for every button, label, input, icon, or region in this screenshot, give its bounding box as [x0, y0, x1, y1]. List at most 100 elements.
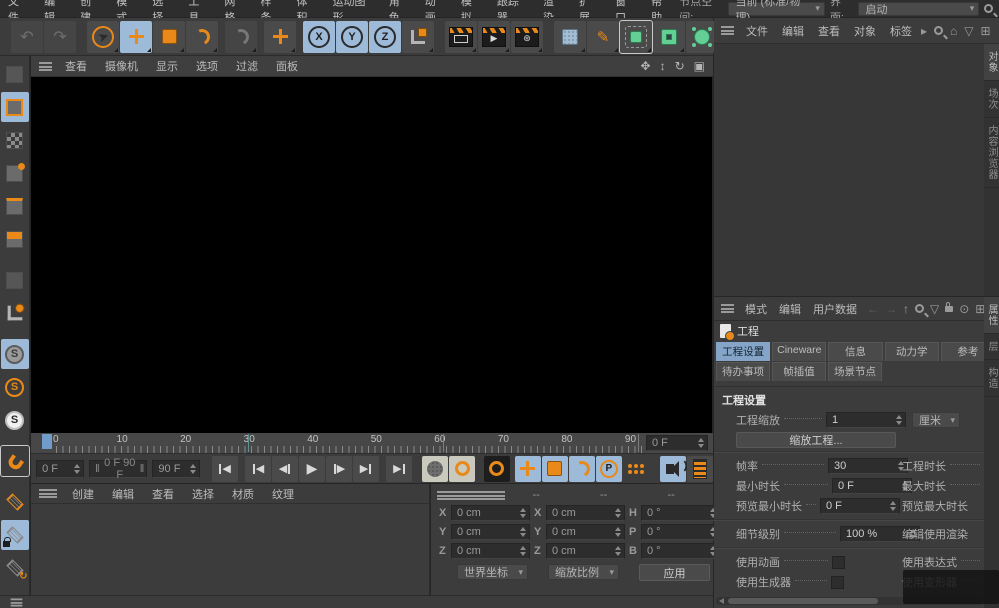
side-tab[interactable]: 层 — [984, 334, 999, 360]
object-tree-area[interactable] — [714, 44, 984, 296]
object-manager-menu-icon[interactable] — [721, 26, 734, 35]
next-key-button[interactable]: ▶ — [353, 456, 379, 482]
timeline-playhead[interactable] — [42, 434, 52, 449]
axis-y-lock-button[interactable]: Y — [336, 21, 368, 53]
point-mode-button[interactable] — [1, 158, 29, 188]
range-end-field[interactable]: 90 F — [152, 460, 200, 478]
material-menu-item[interactable]: 选择 — [183, 486, 223, 502]
side-tab[interactable]: 构造 — [984, 360, 999, 397]
workplane-button[interactable] — [1, 487, 29, 517]
material-menu-item[interactable]: 编辑 — [103, 486, 143, 502]
attribute-menu-icon[interactable] — [721, 304, 734, 313]
node-space-dropdown[interactable]: 当前 (标准/物理) ▾ — [728, 2, 824, 16]
attribute-tab[interactable]: 信息 — [828, 342, 882, 361]
history-forward-icon[interactable]: → — [885, 302, 897, 316]
axis-x-lock-button[interactable]: X — [303, 21, 335, 53]
history-back-icon[interactable]: ← — [867, 302, 879, 316]
render-settings-button[interactable]: ⊛ — [511, 21, 543, 53]
viewport-menu-item[interactable]: 查看 — [56, 58, 96, 74]
position-y-field[interactable]: 0 cm — [451, 524, 530, 540]
more-menus-icon[interactable]: ▸ — [921, 24, 927, 38]
prev-key-button[interactable]: ◀ — [245, 456, 271, 482]
model-mode-button[interactable] — [1, 92, 29, 122]
coordinates-menu-icon[interactable] — [437, 491, 505, 500]
attribute-menu-item[interactable]: 编辑 — [773, 301, 807, 317]
spline-pen-button[interactable]: ✎ — [587, 21, 619, 53]
record-parameter-button[interactable]: P — [596, 456, 622, 482]
attribute-tab[interactable]: 工程设置 — [716, 342, 770, 361]
scale-x-field[interactable]: 0 cm — [546, 505, 625, 521]
record-scale-button[interactable] — [542, 456, 568, 482]
rotate-view-icon[interactable]: ↻ — [675, 59, 685, 73]
current-frame-field[interactable]: 0 F — [646, 435, 708, 451]
scrollbar-thumb[interactable] — [728, 598, 878, 604]
apply-button[interactable]: 应用 — [639, 564, 710, 581]
toggle-view-icon[interactable]: ▣ — [694, 59, 705, 73]
keyframe-selection-button[interactable] — [449, 456, 475, 482]
generators-button[interactable] — [653, 21, 685, 53]
active-tool-button[interactable] — [264, 21, 296, 53]
make-editable-button[interactable] — [1, 59, 29, 89]
preview-min-field[interactable]: 0 F — [820, 498, 900, 514]
scale-project-button[interactable]: 缩放工程... — [736, 432, 896, 448]
record-pla-button[interactable] — [623, 456, 649, 482]
side-tab[interactable]: 属性 — [984, 297, 999, 334]
spinner-icon[interactable] — [696, 438, 705, 448]
range-display[interactable]: ‖ 0 F 90 F ‖ — [89, 460, 147, 478]
material-list-area[interactable] — [31, 504, 429, 594]
scale-y-field[interactable]: 0 cm — [546, 524, 625, 540]
lock-workplane-button[interactable] — [1, 520, 29, 550]
status-menu-icon[interactable] — [11, 598, 23, 606]
spinner-icon[interactable] — [188, 464, 197, 474]
viewport-solo-off-button[interactable]: S — [1, 339, 29, 369]
viewport-menu-item[interactable]: 显示 — [147, 58, 187, 74]
scale-mode-dropdown[interactable]: 缩放比例▾ — [548, 564, 619, 580]
texture-mode-button[interactable] — [1, 125, 29, 155]
object-menu-item[interactable]: 标签 — [883, 23, 919, 39]
object-menu-item[interactable]: 查看 — [811, 23, 847, 39]
attribute-menu-item[interactable]: 模式 — [739, 301, 773, 317]
goto-start-button[interactable]: ◀ — [212, 456, 238, 482]
polygon-mode-button[interactable] — [1, 224, 29, 254]
interface-dropdown[interactable]: 启动 ▾ — [858, 2, 979, 16]
sound-button[interactable] — [660, 456, 686, 482]
planar-workplane-button[interactable]: ↻ — [1, 553, 29, 583]
attribute-tab[interactable]: 动力学 — [885, 342, 939, 361]
scale-tool-button[interactable] — [153, 21, 185, 53]
rotation-b-field[interactable]: 0 ° — [641, 543, 720, 559]
side-tab[interactable]: 对象 — [984, 44, 999, 81]
enable-axis-button[interactable] — [1, 298, 29, 328]
attribute-tab[interactable]: 场景节点 — [828, 362, 882, 381]
coordinate-system-button[interactable] — [402, 21, 434, 53]
attribute-tab[interactable]: Cineware — [772, 342, 826, 361]
redo-button[interactable]: ↷ — [44, 21, 76, 53]
autokey-button[interactable] — [484, 456, 510, 482]
position-x-field[interactable]: 0 cm — [451, 505, 530, 521]
spinner-icon[interactable] — [613, 527, 622, 537]
next-frame-button[interactable]: ▶ — [326, 456, 352, 482]
motion-clip-button[interactable] — [687, 456, 713, 482]
spinner-icon[interactable] — [613, 546, 622, 556]
add-icon[interactable]: ⊞ — [981, 24, 991, 38]
material-menu-icon[interactable] — [39, 489, 57, 498]
parent-up-icon[interactable]: ↑ — [903, 302, 909, 316]
rotate-tool-button[interactable] — [186, 21, 218, 53]
fps-field[interactable]: 30 — [828, 458, 908, 474]
search-icon[interactable] — [984, 4, 993, 13]
viewport-menu-item[interactable]: 面板 — [267, 58, 307, 74]
last-tool-button[interactable] — [225, 21, 257, 53]
scale-z-field[interactable]: 0 cm — [546, 543, 625, 559]
rotation-p-field[interactable]: 0 ° — [641, 524, 720, 540]
subdivision-surface-button[interactable] — [620, 21, 652, 53]
target-icon[interactable]: ⊙ — [959, 302, 969, 316]
render-view-button[interactable] — [445, 21, 477, 53]
attribute-tab[interactable]: 帧插值 — [772, 362, 826, 381]
pan-view-icon[interactable]: ✥ — [641, 59, 651, 73]
viewport-menu-item[interactable]: 选项 — [187, 58, 227, 74]
rotation-h-field[interactable]: 0 ° — [641, 505, 720, 521]
spinner-icon[interactable] — [888, 501, 897, 511]
scroll-left-icon[interactable] — [719, 598, 724, 604]
position-z-field[interactable]: 0 cm — [451, 543, 530, 559]
material-menu-item[interactable]: 材质 — [223, 486, 263, 502]
record-button[interactable] — [422, 456, 448, 482]
